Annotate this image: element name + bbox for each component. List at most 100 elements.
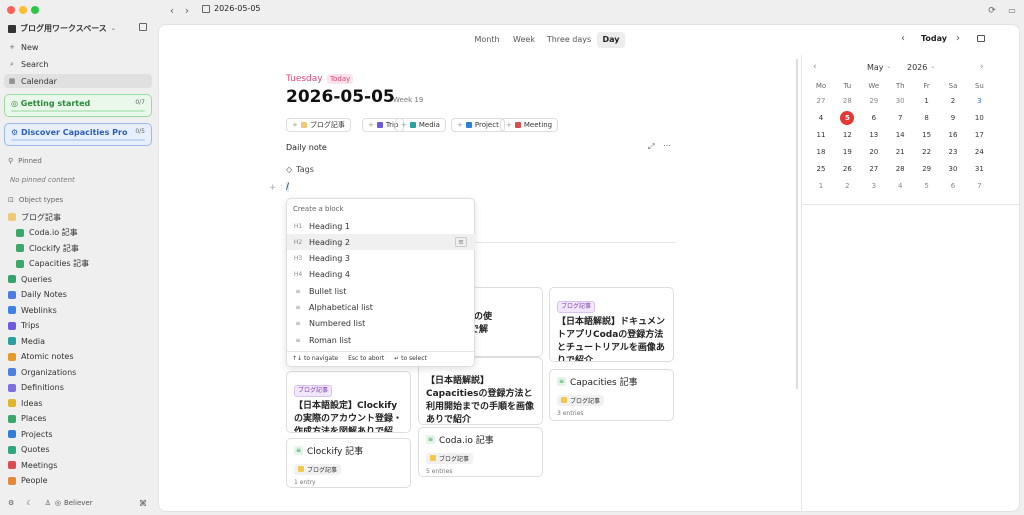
add-block-icon[interactable]: + — [269, 183, 277, 193]
sidebar-item[interactable]: Definitions — [4, 381, 152, 395]
month-select[interactable]: May ⌄ — [867, 63, 892, 72]
calendar-day[interactable]: 30 — [940, 162, 966, 176]
sidebar-item-calendar[interactable]: ▦ Calendar — [4, 74, 152, 88]
settings-icon[interactable]: ⚙ — [8, 499, 14, 507]
panel-toggle-icon[interactable]: ▭ — [1005, 4, 1019, 18]
calendar-day[interactable]: 29 — [914, 162, 940, 176]
view-week-button[interactable]: Week — [509, 32, 539, 48]
minimize-window-button[interactable] — [19, 6, 27, 14]
tags-row[interactable]: ◇ Tags — [286, 165, 314, 174]
calendar-day[interactable]: 1 — [914, 94, 940, 108]
calendar-day[interactable]: 1 — [808, 179, 834, 193]
calendar-day[interactable]: 26 — [834, 162, 860, 176]
calendar-day[interactable]: 27 — [808, 94, 834, 108]
back-icon[interactable]: ‹ — [165, 4, 179, 18]
next-day-icon[interactable]: › — [956, 33, 960, 44]
calendar-day[interactable]: 6 — [861, 111, 887, 125]
calendar-day[interactable]: 25 — [808, 162, 834, 176]
menu-item[interactable]: ≡ Roman list — [287, 332, 475, 348]
sidebar-item[interactable]: Capacities 記事 — [12, 257, 160, 271]
today-button[interactable]: Today — [921, 34, 947, 43]
getting-started-card[interactable]: ◎ Getting started 0/7 — [4, 94, 152, 117]
moon-icon[interactable]: ☾ — [26, 499, 32, 507]
menu-item[interactable]: H3 Heading 3 — [287, 251, 475, 267]
calendar-day[interactable]: 9 — [940, 111, 966, 125]
sidebar-item[interactable]: Projects — [4, 427, 152, 441]
menu-item[interactable]: ≡ Numbered list — [287, 316, 475, 332]
menu-item[interactable]: H2 Heading 2 ≡ — [287, 234, 475, 251]
calendar-day[interactable]: 31 — [966, 162, 992, 176]
calendar-day[interactable]: 28 — [834, 94, 860, 108]
zoom-window-button[interactable] — [31, 6, 39, 14]
calendar-day[interactable]: 15 — [914, 128, 940, 142]
type-card-capacities[interactable]: ≡ Capacities 記事 ブログ記事 3 entries — [549, 369, 674, 421]
prev-month-icon[interactable]: ‹ — [813, 62, 817, 72]
calendar-day[interactable]: 3 — [966, 94, 992, 108]
view-month-button[interactable]: Month — [471, 32, 503, 48]
sidebar-item[interactable]: Ideas — [4, 396, 152, 410]
sidebar-item[interactable]: Meetings — [4, 458, 152, 472]
calendar-day[interactable]: 21 — [887, 145, 913, 159]
create-chip[interactable]: + ブログ記事 — [286, 118, 351, 132]
calendar-day[interactable]: 2 — [834, 179, 860, 193]
calendar-day[interactable]: 19 — [834, 145, 860, 159]
expand-icon[interactable]: ⤢ — [648, 142, 654, 152]
user-icon[interactable]: ♙ — [45, 499, 51, 507]
calendar-day[interactable]: 5 — [840, 111, 855, 125]
calendar-day[interactable]: 4 — [808, 111, 834, 125]
sidebar-item[interactable]: Queries — [4, 272, 152, 286]
user-badge[interactable]: ◎ Believer — [55, 499, 93, 507]
new-button[interactable]: + New — [4, 40, 152, 54]
calendar-day[interactable]: 7 — [887, 111, 913, 125]
sidebar-item[interactable]: Organizations — [4, 365, 152, 379]
sidebar-item[interactable]: Places — [4, 412, 152, 426]
calendar-day[interactable]: 24 — [966, 145, 992, 159]
prev-day-icon[interactable]: ‹ — [901, 33, 905, 44]
calendar-day[interactable]: 30 — [887, 94, 913, 108]
calendar-day[interactable]: 8 — [914, 111, 940, 125]
calendar-day[interactable]: 5 — [914, 179, 940, 193]
sidebar-item[interactable]: People — [4, 474, 152, 488]
blog-card-clockify[interactable]: ブログ記事 【日本語設定】Clockifyの実際のアカウント登録・作成方法を図解… — [286, 371, 411, 433]
sidebar-item[interactable]: Weblinks — [4, 303, 152, 317]
editor-input[interactable]: / — [286, 182, 290, 192]
calendar-day[interactable]: 23 — [940, 145, 966, 159]
calendar-day[interactable]: 4 — [887, 179, 913, 193]
sidebar-item[interactable]: Clockify 記事 — [12, 241, 160, 255]
options-icon[interactable]: ≡ — [455, 237, 467, 248]
calendar-day[interactable]: 27 — [861, 162, 887, 176]
create-chip[interactable]: + Media — [395, 118, 446, 132]
calendar-day[interactable]: 2 — [940, 94, 966, 108]
calendar-day[interactable]: 29 — [861, 94, 887, 108]
menu-item[interactable]: ≡ Alphabetical list — [287, 300, 475, 316]
create-chip[interactable]: + Meeting — [500, 118, 559, 132]
close-window-button[interactable] — [7, 6, 15, 14]
sidebar-item[interactable]: Coda.io 記事 — [12, 226, 160, 240]
forward-icon[interactable]: › — [180, 4, 194, 18]
search-button[interactable]: ⌕ Search — [4, 57, 152, 71]
sidebar-item[interactable]: Daily Notes — [4, 288, 152, 302]
sidebar-item[interactable]: Media — [4, 334, 152, 348]
blog-card-coda[interactable]: ブログ記事 【日本語解説】ドキュメントアプリCodaの登録方法とチュートリアルを… — [549, 287, 674, 362]
calendar-day[interactable]: 13 — [861, 128, 887, 142]
calendar-day[interactable]: 10 — [966, 111, 992, 125]
view-day-button[interactable]: Day — [597, 32, 625, 48]
calendar-day[interactable]: 7 — [966, 179, 992, 193]
view-three-days-button[interactable]: Three days — [545, 32, 593, 48]
menu-item[interactable]: ≡ Bullet list — [287, 283, 475, 299]
discover-pro-card[interactable]: ⚙ Discover Capacities Pro 0/5 — [4, 123, 152, 146]
sidebar-item[interactable]: ブログ記事 — [4, 210, 152, 224]
sidebar-toggle-icon[interactable] — [139, 23, 147, 31]
calendar-day[interactable]: 18 — [808, 145, 834, 159]
type-card-clockify[interactable]: ≡ Clockify 記事 ブログ記事 1 entry — [286, 438, 411, 488]
sidebar-item[interactable]: Trips — [4, 319, 152, 333]
calendar-day[interactable]: 12 — [834, 128, 860, 142]
sidebar-item[interactable]: Quotes — [4, 443, 152, 457]
year-select[interactable]: 2026 ⌄ — [907, 63, 935, 72]
blog-card-capacities[interactable]: 【日本語解説】Capacitiesの登録方法と利用開始までの手順を画像ありで紹介 — [418, 357, 543, 425]
sync-icon[interactable]: ⟳ — [985, 4, 999, 18]
space-switcher[interactable]: ブログ用ワークスペース ⌄ — [8, 23, 116, 34]
calendar-day[interactable]: 14 — [887, 128, 913, 142]
calendar-toggle-icon[interactable] — [977, 35, 985, 42]
more-icon[interactable]: ⋯ — [663, 141, 671, 150]
